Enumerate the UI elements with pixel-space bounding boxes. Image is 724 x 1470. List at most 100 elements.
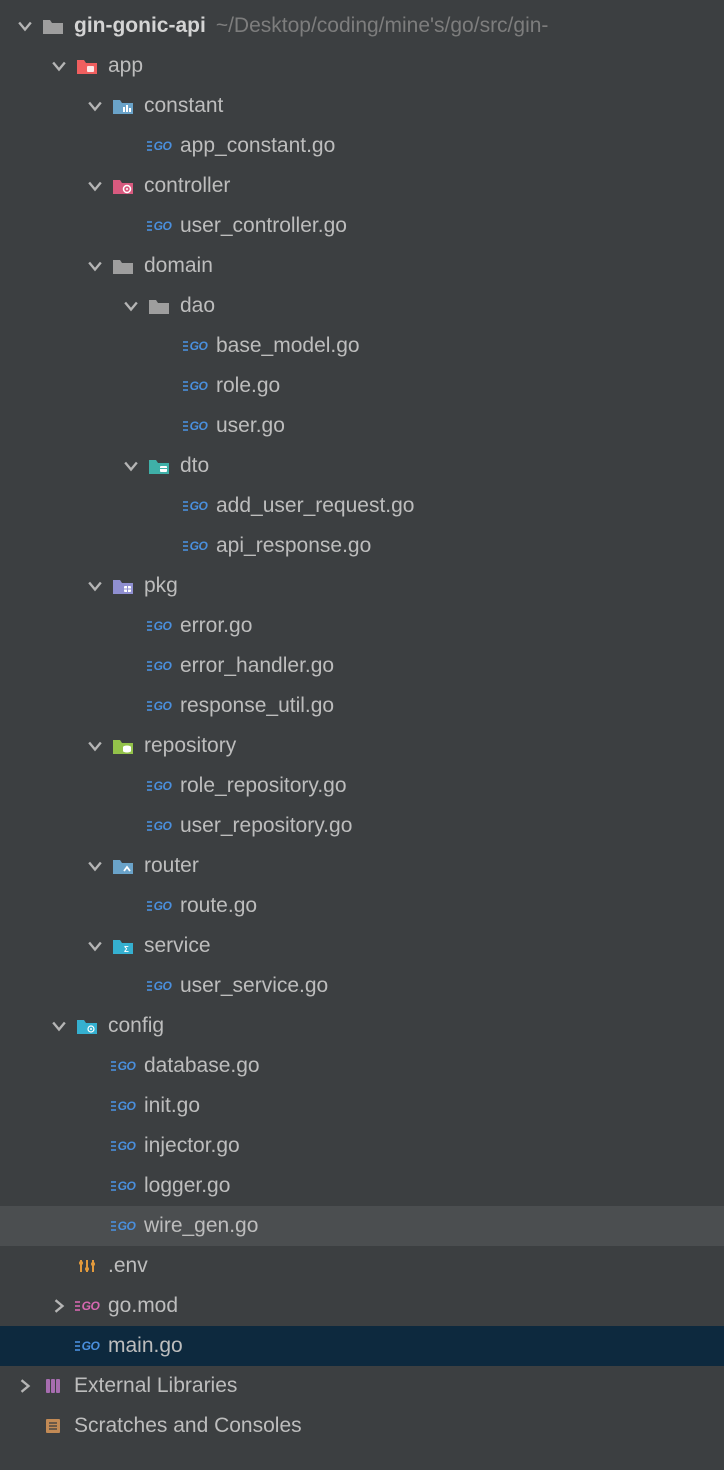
tree-item-dto[interactable]: dto bbox=[0, 446, 724, 486]
go-file-icon: GO bbox=[74, 1334, 100, 1358]
folder-icon bbox=[40, 14, 66, 38]
go-file-icon: GO bbox=[146, 894, 172, 918]
go-file-icon: GO bbox=[110, 1134, 136, 1158]
tree-item-go-mod[interactable]: GO go.mod bbox=[0, 1286, 724, 1326]
file-label: logger.go bbox=[144, 1174, 230, 1198]
tree-item-user-repository-go[interactable]: GO user_repository.go bbox=[0, 806, 724, 846]
chevron-down-icon[interactable] bbox=[84, 575, 106, 597]
tree-item-base-model-go[interactable]: GO base_model.go bbox=[0, 326, 724, 366]
folder-label: domain bbox=[144, 254, 213, 278]
tree-item-domain[interactable]: domain bbox=[0, 246, 724, 286]
go-file-icon: GO bbox=[110, 1054, 136, 1078]
file-label: user_controller.go bbox=[180, 214, 347, 238]
tree-item-error-handler-go[interactable]: GO error_handler.go bbox=[0, 646, 724, 686]
chevron-down-icon[interactable] bbox=[84, 935, 106, 957]
folder-label: controller bbox=[144, 174, 230, 198]
tree-item-injector-go[interactable]: GO injector.go bbox=[0, 1126, 724, 1166]
chevron-down-icon[interactable] bbox=[120, 455, 142, 477]
tree-item-user-go[interactable]: GO user.go bbox=[0, 406, 724, 446]
tree-item-pkg[interactable]: pkg bbox=[0, 566, 724, 606]
tree-item-role-go[interactable]: GO role.go bbox=[0, 366, 724, 406]
folder-constant-icon bbox=[110, 94, 136, 118]
folder-label: pkg bbox=[144, 574, 178, 598]
tree-item-error-go[interactable]: GO error.go bbox=[0, 606, 724, 646]
tree-item-database-go[interactable]: GO database.go bbox=[0, 1046, 724, 1086]
tree-item-main-go[interactable]: GO main.go bbox=[0, 1326, 724, 1366]
file-label: go.mod bbox=[108, 1294, 178, 1318]
file-label: role.go bbox=[216, 374, 280, 398]
chevron-right-icon[interactable] bbox=[48, 1295, 70, 1317]
project-tree: gin-gonic-api ~/Desktop/coding/mine's/go… bbox=[0, 0, 724, 1446]
folder-label: dao bbox=[180, 294, 215, 318]
tree-item-role-repository-go[interactable]: GO role_repository.go bbox=[0, 766, 724, 806]
tree-item-service[interactable]: Σ service bbox=[0, 926, 724, 966]
chevron-down-icon[interactable] bbox=[84, 95, 106, 117]
chevron-right-icon[interactable] bbox=[14, 1375, 36, 1397]
tree-item-scratches[interactable]: Scratches and Consoles bbox=[0, 1406, 724, 1446]
folder-label: service bbox=[144, 934, 211, 958]
chevron-down-icon[interactable] bbox=[48, 55, 70, 77]
scratches-label: Scratches and Consoles bbox=[74, 1414, 302, 1438]
folder-router-icon bbox=[110, 854, 136, 878]
folder-label: constant bbox=[144, 94, 223, 118]
tree-item-constant[interactable]: constant bbox=[0, 86, 724, 126]
file-label: main.go bbox=[108, 1334, 183, 1358]
external-libraries-label: External Libraries bbox=[74, 1374, 237, 1398]
chevron-down-icon[interactable] bbox=[14, 15, 36, 37]
tree-item-controller[interactable]: controller bbox=[0, 166, 724, 206]
tree-item-route-go[interactable]: GO route.go bbox=[0, 886, 724, 926]
file-label: init.go bbox=[144, 1094, 200, 1118]
tree-item-user-controller-go[interactable]: GO user_controller.go bbox=[0, 206, 724, 246]
go-file-icon: GO bbox=[110, 1174, 136, 1198]
go-file-icon: GO bbox=[146, 214, 172, 238]
scratches-icon bbox=[40, 1414, 66, 1438]
tree-item-app[interactable]: app bbox=[0, 46, 724, 86]
file-label: .env bbox=[108, 1254, 148, 1278]
tree-item-repository[interactable]: repository bbox=[0, 726, 724, 766]
file-label: api_response.go bbox=[216, 534, 371, 558]
go-file-icon: GO bbox=[146, 134, 172, 158]
folder-label: app bbox=[108, 54, 143, 78]
tree-item-dao[interactable]: dao bbox=[0, 286, 724, 326]
tree-item-env[interactable]: .env bbox=[0, 1246, 724, 1286]
tree-item-logger-go[interactable]: GO logger.go bbox=[0, 1166, 724, 1206]
tree-item-router[interactable]: router bbox=[0, 846, 724, 886]
tree-item-add-user-request-go[interactable]: GO add_user_request.go bbox=[0, 486, 724, 526]
folder-icon bbox=[146, 294, 172, 318]
go-file-icon: GO bbox=[146, 974, 172, 998]
chevron-down-icon[interactable] bbox=[84, 855, 106, 877]
folder-controller-icon bbox=[110, 174, 136, 198]
go-file-icon: GO bbox=[146, 774, 172, 798]
tree-item-init-go[interactable]: GO init.go bbox=[0, 1086, 724, 1126]
file-label: error_handler.go bbox=[180, 654, 334, 678]
chevron-down-icon[interactable] bbox=[84, 175, 106, 197]
file-label: app_constant.go bbox=[180, 134, 335, 158]
folder-dto-icon bbox=[146, 454, 172, 478]
file-label: user.go bbox=[216, 414, 285, 438]
chevron-down-icon[interactable] bbox=[48, 1015, 70, 1037]
folder-icon bbox=[110, 254, 136, 278]
chevron-down-icon[interactable] bbox=[84, 735, 106, 757]
tree-item-external-libraries[interactable]: External Libraries bbox=[0, 1366, 724, 1406]
tree-item-wire-gen-go[interactable]: GO wire_gen.go bbox=[0, 1206, 724, 1246]
tree-item-user-service-go[interactable]: GO user_service.go bbox=[0, 966, 724, 1006]
folder-label: router bbox=[144, 854, 199, 878]
tree-item-config[interactable]: config bbox=[0, 1006, 724, 1046]
folder-label: repository bbox=[144, 734, 236, 758]
go-file-icon: GO bbox=[146, 614, 172, 638]
file-label: error.go bbox=[180, 614, 252, 638]
folder-pkg-icon bbox=[110, 574, 136, 598]
file-label: route.go bbox=[180, 894, 257, 918]
tree-item-response-util-go[interactable]: GO response_util.go bbox=[0, 686, 724, 726]
tree-item-app-constant-go[interactable]: GO app_constant.go bbox=[0, 126, 724, 166]
tree-item-project-root[interactable]: gin-gonic-api ~/Desktop/coding/mine's/go… bbox=[0, 6, 724, 46]
chevron-down-icon[interactable] bbox=[84, 255, 106, 277]
folder-repository-icon bbox=[110, 734, 136, 758]
file-label: user_repository.go bbox=[180, 814, 352, 838]
chevron-down-icon[interactable] bbox=[120, 295, 142, 317]
tree-item-api-response-go[interactable]: GO api_response.go bbox=[0, 526, 724, 566]
folder-label: config bbox=[108, 1014, 164, 1038]
go-file-icon: GO bbox=[146, 654, 172, 678]
go-file-icon: GO bbox=[146, 694, 172, 718]
folder-label: dto bbox=[180, 454, 209, 478]
